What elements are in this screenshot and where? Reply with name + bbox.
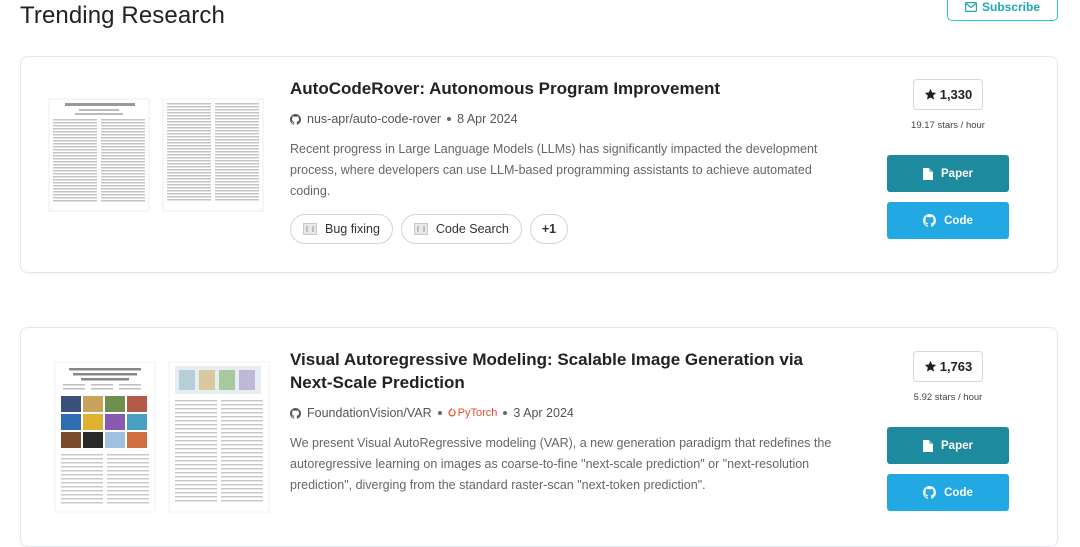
paper-card: Visual Autoregressive Modeling: Scalable… <box>20 327 1058 547</box>
paper-thumbnail[interactable] <box>41 79 273 239</box>
tag-label: Code Search <box>435 222 509 236</box>
stars-count: 1,763 <box>939 359 973 374</box>
tag-bug-fixing[interactable]: Bug fixing <box>290 214 393 244</box>
github-icon <box>290 113 301 125</box>
star-icon <box>924 360 937 373</box>
separator-dot <box>437 411 442 415</box>
paper-meta: nus-apr/auto-code-rover 8 Apr 2024 <box>290 112 850 126</box>
page-title: Trending Research <box>20 2 225 29</box>
separator-dot <box>447 117 452 121</box>
stars-count: 1,330 <box>939 87 973 102</box>
paper-title[interactable]: AutoCodeRover: Autonomous Program Improv… <box>290 77 850 100</box>
github-icon <box>923 214 937 227</box>
paper-button[interactable]: Paper <box>887 155 1009 192</box>
framework-label: PyTorch <box>457 407 498 419</box>
subscribe-label: Subscribe <box>981 0 1041 14</box>
tag-code-search[interactable]: Code Search <box>400 214 522 244</box>
subscribe-button[interactable]: Subscribe <box>947 0 1058 21</box>
stars-rate: 5.92 stars / hour <box>913 392 983 403</box>
paper-date: 3 Apr 2024 <box>513 406 574 420</box>
task-tags: Bug fixing Code Search +1 <box>290 214 850 244</box>
document-icon <box>923 439 934 452</box>
stars-badge: 1,763 <box>913 351 983 382</box>
code-button-label: Code <box>944 214 973 227</box>
paper-abstract: Recent progress in Large Language Models… <box>290 142 818 198</box>
code-button[interactable]: Code <box>887 202 1009 239</box>
github-icon <box>290 407 301 419</box>
paper-actions: 1,763 5.92 stars / hour Paper Code <box>887 351 1009 511</box>
paper-button[interactable]: Paper <box>887 427 1009 464</box>
repo-link[interactable]: FoundationVision/VAR <box>307 406 432 420</box>
repo-link[interactable]: nus-apr/auto-code-rover <box>307 112 441 126</box>
tag-label: Bug fixing <box>325 222 380 236</box>
document-icon <box>923 167 934 180</box>
code-button[interactable]: Code <box>887 474 1009 511</box>
framework-badge: PyTorch <box>448 407 498 419</box>
pytorch-icon <box>448 408 456 418</box>
paper-actions: 1,330 19.17 stars / hour Paper Code <box>887 79 1009 239</box>
paper-thumbnail[interactable] <box>41 348 273 528</box>
github-icon <box>923 486 937 499</box>
code-button-label: Code <box>944 486 973 499</box>
task-icon <box>303 223 317 235</box>
paper-button-label: Paper <box>941 439 973 452</box>
paper-title[interactable]: Visual Autoregressive Modeling: Scalable… <box>290 348 850 394</box>
task-icon <box>413 223 428 235</box>
paper-date: 8 Apr 2024 <box>457 112 518 126</box>
more-tags-label: +1 <box>541 222 557 236</box>
stars-badge: 1,330 <box>913 79 983 110</box>
separator-dot <box>503 411 508 415</box>
stars-rate: 19.17 stars / hour <box>911 120 985 131</box>
paper-abstract: We present Visual AutoRegressive modelin… <box>290 436 832 492</box>
envelope-icon <box>964 1 977 12</box>
more-tags-button[interactable]: +1 <box>529 214 569 244</box>
star-icon <box>924 88 937 101</box>
paper-button-label: Paper <box>941 167 973 180</box>
paper-card: AutoCodeRover: Autonomous Program Improv… <box>20 56 1058 273</box>
paper-meta: FoundationVision/VAR PyTorch 3 Apr 2024 <box>290 406 850 420</box>
